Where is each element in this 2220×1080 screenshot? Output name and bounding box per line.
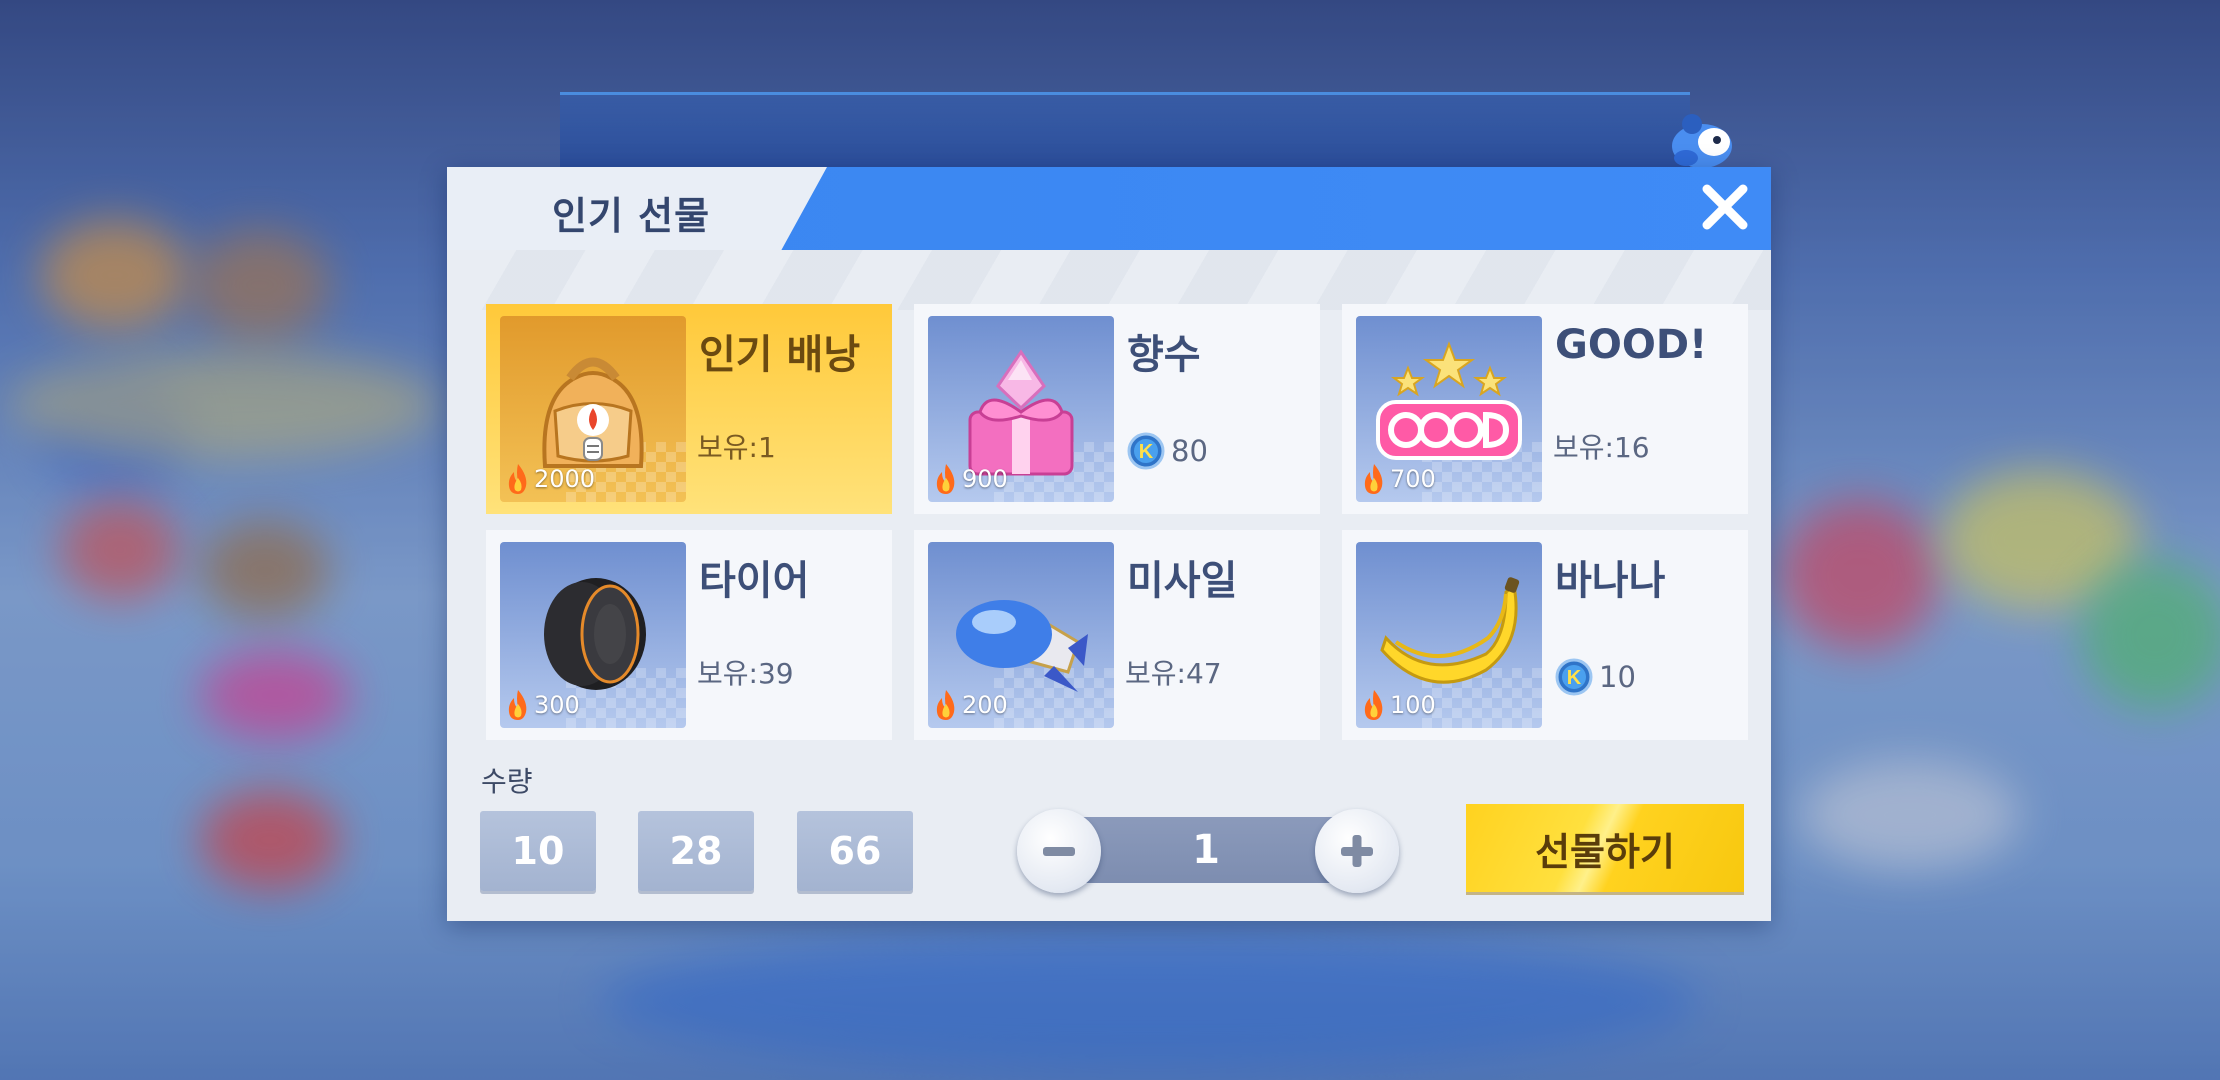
quantity-preset-10[interactable]: 10 [480,811,596,891]
header-stripes [447,250,1771,310]
decrease-button[interactable] [1017,809,1101,893]
item-cost: 2000 [504,462,595,496]
popular-gift-dialog: 인기 선물 2000 인기 배낭 보유:1 900 향수 K 80 700 GO… [447,167,1771,921]
quantity-preset-66[interactable]: 66 [797,811,913,891]
item-owned: 보유:47 [1125,657,1222,690]
item-name: 미사일 [1127,558,1238,604]
item-owned: 보유:16 [1553,431,1650,464]
item-price: K 10 [1555,658,1636,696]
gift-card-perfume[interactable]: 900 향수 K 80 [914,304,1320,514]
svg-text:K: K [1139,441,1154,463]
quantity-value: 1 [1192,827,1220,873]
item-name: 바나나 [1555,558,1666,604]
gift-card-missile[interactable]: 200 미사일 보유:47 [914,530,1320,740]
gift-card-tire[interactable]: 300 타이어 보유:39 [486,530,892,740]
item-cost: 900 [932,462,1008,496]
item-cost: 200 [932,688,1008,722]
close-icon[interactable] [1697,179,1753,235]
mascot-icon [1672,114,1732,168]
item-name: 향수 [1127,332,1201,378]
flame-icon [936,690,955,720]
minus-icon [1043,847,1075,856]
item-name: 타이어 [699,558,810,604]
quantity-preset-28[interactable]: 28 [638,811,754,891]
increase-button[interactable] [1315,809,1399,893]
item-thumbnail: 300 [500,542,686,728]
gift-card-backpack[interactable]: 2000 인기 배낭 보유:1 [486,304,892,514]
item-thumbnail: 700 [1356,316,1542,502]
quantity-label: 수량 [481,765,533,798]
flame-icon [1364,464,1383,494]
flame-icon [508,690,527,720]
send-gift-button[interactable]: 선물하기 [1466,804,1744,892]
item-thumbnail: 200 [928,542,1114,728]
item-cost: 100 [1360,688,1436,722]
gift-card-good[interactable]: 700 GOOD! 보유:16 [1342,304,1748,514]
item-price: K 80 [1127,432,1208,470]
item-thumbnail: 900 [928,316,1114,502]
item-thumbnail: 100 [1356,542,1542,728]
k-coin-icon: K [1555,658,1593,696]
dialog-title: 인기 선물 [552,194,711,238]
item-name: 인기 배낭 [699,332,861,378]
plus-icon [1341,835,1373,867]
item-cost: 300 [504,688,580,722]
item-cost: 700 [1360,462,1436,496]
k-coin-icon: K [1127,432,1165,470]
svg-text:K: K [1567,667,1582,689]
item-owned: 보유:1 [697,431,776,464]
quantity-stepper: 1 [1017,809,1399,893]
item-thumbnail: 2000 [500,316,686,502]
flame-icon [508,464,527,494]
item-owned: 보유:39 [697,657,794,690]
item-name: GOOD! [1555,322,1708,368]
flame-icon [936,464,955,494]
gift-card-banana[interactable]: 100 바나나 K 10 [1342,530,1748,740]
flame-icon [1364,690,1383,720]
